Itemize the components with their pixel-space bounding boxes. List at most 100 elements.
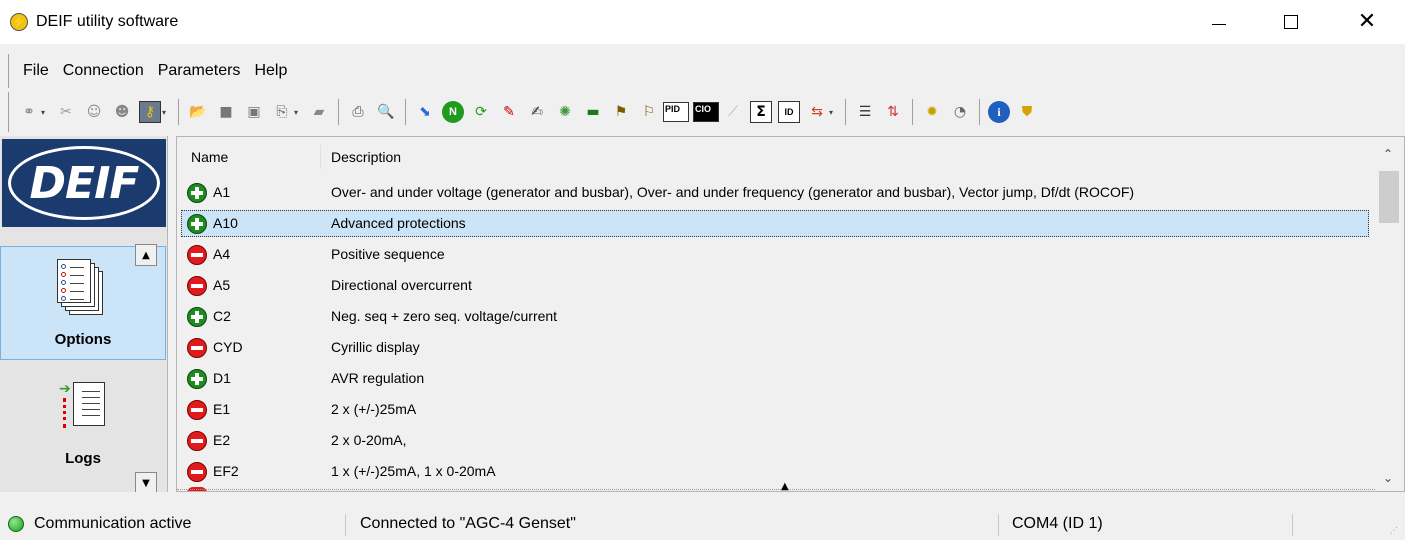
list-row[interactable]: A1 Over- and under voltage (generator and… [177,177,1375,208]
enabled-plus-icon[interactable] [187,307,207,327]
close-button[interactable]: ✕ [1344,0,1390,44]
sum-icon[interactable]: Σ [750,101,772,123]
status-bar: Communication active Connected to "AGC-4… [0,508,1405,540]
export-dropdown-icon[interactable]: ▾ [294,108,302,117]
option-description: Neg. seq + zero seq. voltage/current [331,308,558,324]
sort-icon[interactable]: ⇅ [882,101,904,123]
translate-alt-icon[interactable]: ⚐ [638,101,660,123]
menu-file[interactable]: File [9,54,56,88]
splitter-arrow-icon[interactable]: ▲ [781,481,789,491]
users-icon[interactable]: ☺ [83,101,105,123]
open-folder-icon[interactable]: 📂 [187,101,209,123]
title-bar: ⚡ DEIF utility software ✕ [0,0,1405,44]
cio-icon[interactable]: CIO [693,102,719,122]
trend-icon[interactable]: ⟋ [722,101,744,123]
disconnect-icon[interactable]: ✂ [55,101,77,123]
option-name: A4 [213,246,231,262]
enabled-plus-icon[interactable] [187,214,207,234]
disabled-minus-icon[interactable] [187,462,207,482]
maximize-button[interactable] [1268,0,1314,44]
users-alt-icon[interactable]: ☻ [111,101,133,123]
write-icon[interactable]: ✎ [498,101,520,123]
save-as-icon[interactable]: ▣ [243,101,265,123]
toolbar-separator [178,99,179,125]
save-icon[interactable]: ■ [215,101,237,123]
option-description: Directional overcurrent [331,277,472,293]
sidebar-scroll-down-button[interactable]: ▼ [135,472,157,492]
vertical-scrollbar[interactable]: ⌃ ⌄ [1375,137,1404,485]
column-divider[interactable] [320,145,321,169]
option-name: E1 [213,401,231,417]
options-list: Name Description A1 Over- and under volta… [176,136,1405,492]
shield-icon[interactable]: ⛊ [1016,101,1038,123]
print-icon[interactable]: ⎙ [347,101,369,123]
folder-icon[interactable]: ▰ [308,101,330,123]
list-row[interactable]: CYD Cyrillic display [177,332,1375,363]
option-name: A10 [213,215,238,231]
list-row[interactable]: C2 Neg. seq + zero seq. voltage/current [177,301,1375,332]
minimize-button[interactable] [1196,0,1242,44]
print-preview-icon[interactable]: 🔍 [375,101,397,123]
column-header-description[interactable]: Description [331,149,401,165]
chart-icon[interactable]: ⬊ [414,101,436,123]
id-icon[interactable]: ID [778,101,800,123]
pid-icon[interactable]: PID [663,102,689,122]
translate-icon[interactable]: ⚑ [610,101,632,123]
connect-icon[interactable]: ⚭ [18,101,40,123]
column-header-name[interactable]: Name [191,149,228,165]
disabled-minus-icon[interactable] [187,400,207,420]
menu-help[interactable]: Help [247,54,294,88]
list-rows: A1 Over- and under voltage (generator and… [177,177,1375,487]
refresh-icon[interactable]: ⟳ [470,101,492,123]
info-icon[interactable]: i [988,101,1010,123]
list-row[interactable]: E1 2 x (+/-)25mA [177,394,1375,425]
option-description: 2 x 0-20mA, [331,432,407,448]
toolbar-separator [979,99,980,125]
disabled-minus-icon[interactable] [187,245,207,265]
settings-icon[interactable]: ✹ [921,101,943,123]
disabled-minus-icon[interactable] [187,276,207,296]
list-row[interactable]: EF2 1 x (+/-)25mA, 1 x 0-20mA [177,456,1375,487]
toolbar-separator [338,99,339,125]
logo-text: DEIF [8,146,160,220]
password-icon[interactable]: ⚷ [139,101,161,123]
scrollbar-thumb[interactable] [1379,171,1399,223]
sidebar-item-logs[interactable]: ➔ Logs [0,368,166,478]
resize-grip-icon[interactable]: ⋰ [1390,526,1398,535]
scroll-up-icon[interactable]: ⌃ [1383,147,1393,161]
connect-dropdown-icon[interactable]: ▾ [41,108,49,117]
list-row[interactable]: A4 Positive sequence [177,239,1375,270]
list-row[interactable]: E2 2 x 0-20mA, [177,425,1375,456]
pane-splitter[interactable] [177,489,1375,491]
menu-connection[interactable]: Connection [56,54,151,88]
n-icon[interactable]: N [442,101,464,123]
list-row[interactable]: A10 Advanced protections [177,208,1375,239]
status-divider [998,514,999,536]
option-name: C2 [213,308,231,324]
list-row[interactable]: A5 Directional overcurrent [177,270,1375,301]
transfer-dropdown-icon[interactable]: ▾ [829,108,837,117]
password-dropdown-icon[interactable]: ▾ [162,108,170,117]
scroll-down-icon[interactable]: ⌄ [1383,471,1393,485]
option-name: A5 [213,277,231,293]
list-icon[interactable]: ☰ [854,101,876,123]
list-row[interactable]: D1 AVR regulation [177,363,1375,394]
export-icon[interactable]: ⎘ [271,101,293,123]
option-name: D1 [213,370,231,386]
close-icon: ✕ [1357,9,1377,34]
monitor-icon[interactable]: ▬ [582,101,604,123]
disabled-minus-icon[interactable] [187,431,207,451]
enabled-plus-icon[interactable] [187,183,207,203]
transfer-icon[interactable]: ⇆ [806,101,828,123]
enabled-plus-icon[interactable] [187,369,207,389]
deif-logo: DEIF [2,139,166,227]
wizard-icon[interactable]: ✺ [554,101,576,123]
menu-parameters[interactable]: Parameters [151,54,248,88]
disabled-minus-icon[interactable] [187,338,207,358]
sidebar-scroll-up-button[interactable]: ▲ [135,244,157,266]
timer-icon[interactable]: ◔ [949,101,971,123]
options-icon [57,259,107,317]
read-icon[interactable]: ✍ [526,101,548,123]
status-divider [345,514,346,536]
toolbar: ⚭ ▾ ✂ ☺ ☻ ⚷ ▾ 📂 ■ ▣ ⎘ ▾ ▰ ⎙ 🔍 ⬊ N ⟳ ✎ ✍ … [8,92,1368,132]
